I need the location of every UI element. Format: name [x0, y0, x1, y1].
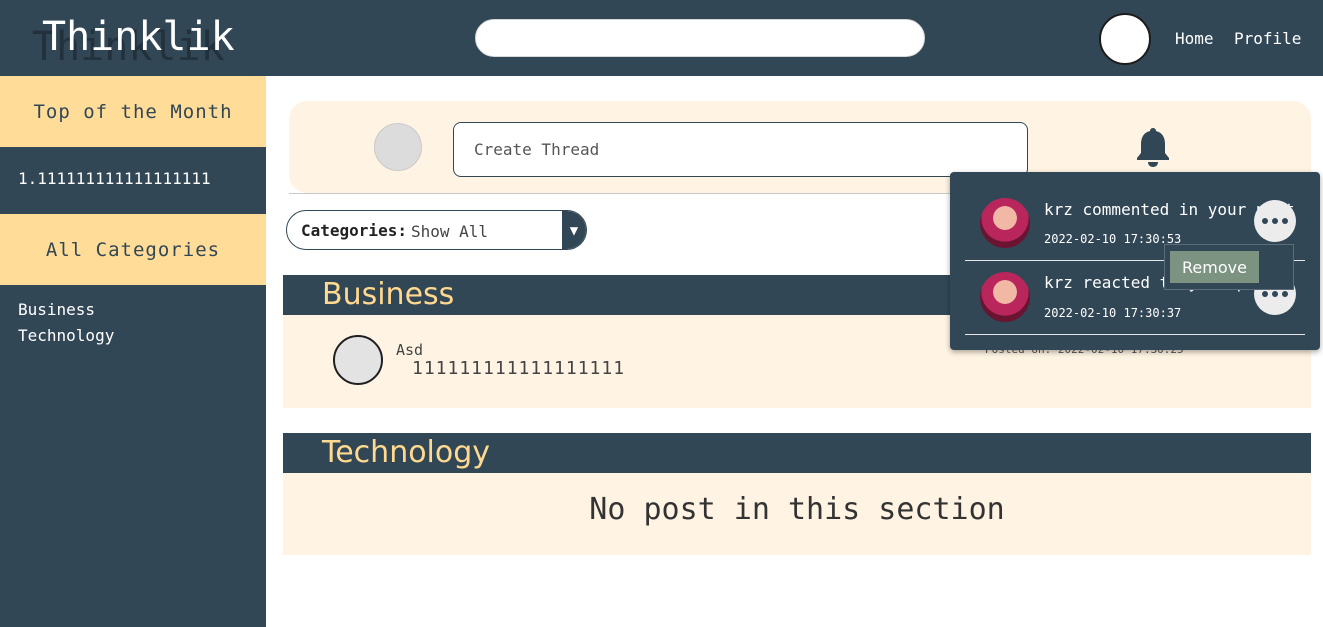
notification-time: 2022-02-10 17:30:37 [1044, 306, 1182, 320]
notification-divider [965, 334, 1305, 335]
section-header-technology: Technology [283, 433, 1311, 473]
sidebar: Top of the Month 1.111111111111111111 Al… [0, 76, 266, 627]
section-title[interactable]: Business [322, 277, 454, 312]
category-label: Categories: [301, 221, 407, 240]
remove-button[interactable]: Remove [1170, 251, 1259, 283]
top-of-month-heading: Top of the Month [0, 76, 266, 147]
dropdown-arrow-icon[interactable]: ▼ [562, 211, 586, 249]
post-author-avatar [333, 335, 383, 385]
post-author[interactable]: Asd [396, 341, 423, 359]
sidebar-category-technology[interactable]: Technology [18, 326, 114, 345]
section-title[interactable]: Technology [322, 435, 490, 470]
create-thread-input[interactable]: Create Thread [453, 122, 1028, 177]
user-avatar[interactable] [1099, 13, 1151, 65]
category-select[interactable]: Categories: Show All ▼ [286, 210, 587, 250]
logo[interactable]: Thinklik [42, 14, 235, 60]
nav-profile-link[interactable]: Profile [1234, 29, 1301, 48]
create-thread-avatar [374, 123, 422, 171]
notification-avatar [980, 198, 1030, 248]
nav-home-link[interactable]: Home [1175, 29, 1214, 48]
bell-icon[interactable] [1134, 126, 1172, 168]
search-input[interactable] [475, 19, 925, 57]
top-navbar: Thinklik Thinklik Home Profile [0, 0, 1323, 76]
empty-section-message: No post in this section [589, 492, 1005, 527]
notification-time: 2022-02-10 17:30:53 [1044, 232, 1182, 246]
category-value: Show All [411, 222, 489, 241]
all-categories-heading: All Categories [0, 214, 266, 285]
top-thread-item[interactable]: 1.111111111111111111 [18, 169, 211, 188]
post-text[interactable]: 111111111111111111 [412, 358, 625, 379]
notification-avatar [980, 272, 1030, 322]
more-icon[interactable] [1254, 200, 1296, 242]
sidebar-category-business[interactable]: Business [18, 300, 95, 319]
